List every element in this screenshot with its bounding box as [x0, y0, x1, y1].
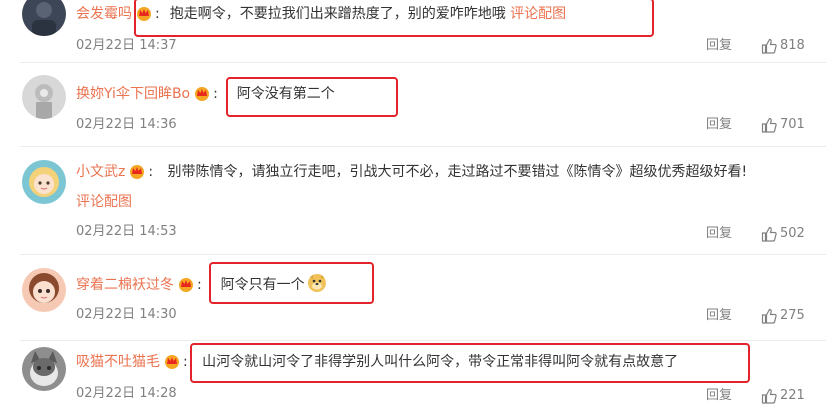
like-count: 818	[780, 38, 805, 53]
like-button[interactable]: 221	[761, 387, 805, 405]
avatar[interactable]	[22, 75, 66, 119]
like-count: 275	[780, 308, 805, 323]
like-count: 221	[780, 388, 805, 403]
comment-image-link[interactable]: 评论配图	[76, 192, 132, 212]
comment-time: 02月22日 14:37	[76, 38, 177, 53]
comment-text: 别带陈情令，请独立行走吧，引战大可不必，走过路过不要错过《陈情令》超级优秀超级好…	[167, 164, 748, 180]
thumbs-up-icon	[761, 117, 777, 133]
like-button[interactable]: 701	[761, 116, 805, 134]
reply-button[interactable]: 回复	[706, 37, 732, 55]
crown-icon	[163, 353, 181, 376]
username[interactable]: 换妳Yi伞下回眸Bo	[76, 86, 190, 102]
comment-item: 换妳Yi伞下回眸Bo: 阿令没有第二个 02月22日 14:36 回复 701	[0, 62, 826, 146]
like-button[interactable]: 275	[761, 307, 805, 325]
reply-button[interactable]: 回复	[706, 116, 732, 134]
highlight-box	[209, 262, 374, 304]
crown-icon	[128, 163, 146, 186]
comment-item: 吸猫不吐猫毛: 山河令就山河令了非得学别人叫什么阿令，带令正常非得叫阿令就有点故…	[0, 340, 826, 411]
highlight-box	[226, 77, 398, 117]
username[interactable]: 小文武z	[76, 164, 125, 180]
like-button[interactable]: 818	[761, 37, 805, 55]
comment-item: 会发霉吗: 抱走啊令，不要拉我们出来蹭热度了，别的爱咋咋地哦 评论配图 02月22…	[0, 0, 826, 62]
comment-time: 02月22日 14:28	[76, 386, 177, 401]
like-button[interactable]: 502	[761, 225, 805, 243]
thumbs-up-icon	[761, 308, 777, 324]
username[interactable]: 吸猫不吐猫毛	[76, 354, 160, 370]
reply-button[interactable]: 回复	[706, 307, 732, 325]
comment-item: 小文武z: 别带陈情令，请独立行走吧，引战大可不必，走过路过不要错过《陈情令》超…	[0, 146, 826, 254]
avatar[interactable]	[22, 160, 66, 204]
comment-line: 换妳Yi伞下回眸Bo: 阿令没有第二个	[76, 83, 806, 108]
username[interactable]: 会发霉吗	[76, 6, 132, 22]
avatar[interactable]	[22, 347, 66, 391]
thumbs-up-icon	[761, 38, 777, 54]
reply-button[interactable]: 回复	[706, 387, 732, 405]
comment-line: 穿着二棉袄过冬: 阿令只有一个	[76, 273, 806, 299]
comment-line: 小文武z: 别带陈情令，请独立行走吧，引战大可不必，走过路过不要错过《陈情令》超…	[76, 161, 806, 186]
like-count: 502	[780, 226, 805, 241]
thumbs-up-icon	[761, 226, 777, 242]
comment-time: 02月22日 14:36	[76, 117, 177, 132]
reply-button[interactable]: 回复	[706, 225, 732, 243]
avatar[interactable]	[22, 0, 66, 36]
username[interactable]: 穿着二棉袄过冬	[76, 277, 174, 293]
crown-icon	[193, 85, 211, 108]
crown-icon	[177, 276, 195, 299]
comment-item: 穿着二棉袄过冬: 阿令只有一个 02月22日 14:30 回复 275	[0, 254, 826, 340]
avatar[interactable]	[22, 268, 66, 312]
thumbs-up-icon	[761, 388, 777, 404]
highlight-box	[190, 343, 750, 383]
highlight-box	[134, 0, 654, 37]
like-count: 701	[780, 117, 805, 132]
comment-time: 02月22日 14:53	[76, 224, 177, 239]
comment-time: 02月22日 14:30	[76, 307, 177, 322]
